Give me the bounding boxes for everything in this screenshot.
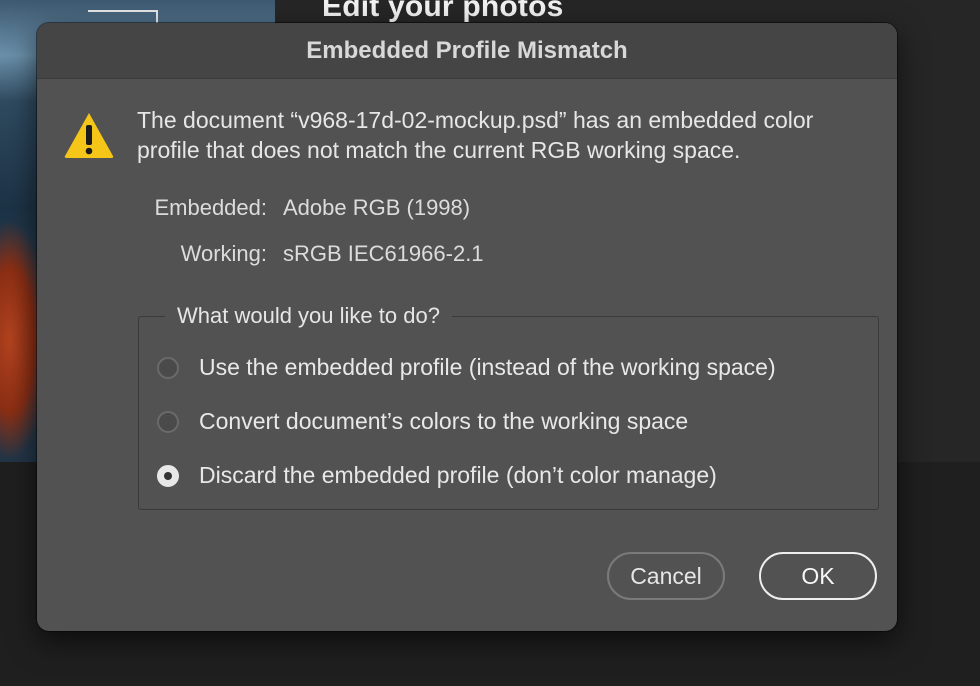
radio-button[interactable] (157, 356, 179, 379)
option-discard[interactable]: Discard the embedded profile (don’t colo… (157, 462, 717, 489)
background-heading: Edit your photos (322, 0, 564, 23)
dialog-message: The document “v968-17d-02-mockup.psd” ha… (137, 107, 814, 163)
profile-mismatch-dialog: Embedded Profile Mismatch The document “… (37, 23, 897, 631)
working-value: sRGB IEC61966-2.1 (283, 241, 484, 266)
option-label: Discard the embedded profile (don’t colo… (199, 462, 717, 488)
cancel-button[interactable]: Cancel (607, 552, 725, 600)
embedded-label: Embedded: (154, 195, 267, 220)
option-label: Convert document’s colors to the working… (199, 408, 689, 434)
option-convert[interactable]: Convert document’s colors to the working… (157, 408, 688, 435)
dialog-titlebar: Embedded Profile Mismatch (37, 23, 897, 79)
radio-dot (164, 471, 172, 480)
embedded-value: Adobe RGB (1998) (283, 195, 471, 220)
option-use-embedded[interactable]: Use the embedded profile (instead of the… (157, 354, 776, 381)
options-group-label: What would you like to do? (165, 303, 452, 329)
option-label: Use the embedded profile (instead of the… (199, 354, 776, 380)
ok-button[interactable]: OK (759, 552, 877, 600)
radio-button-selected[interactable] (157, 464, 179, 487)
warning-icon (64, 113, 114, 158)
dialog-title: Embedded Profile Mismatch (306, 36, 628, 64)
working-label: Working: (180, 241, 267, 266)
radio-button[interactable] (157, 410, 179, 433)
